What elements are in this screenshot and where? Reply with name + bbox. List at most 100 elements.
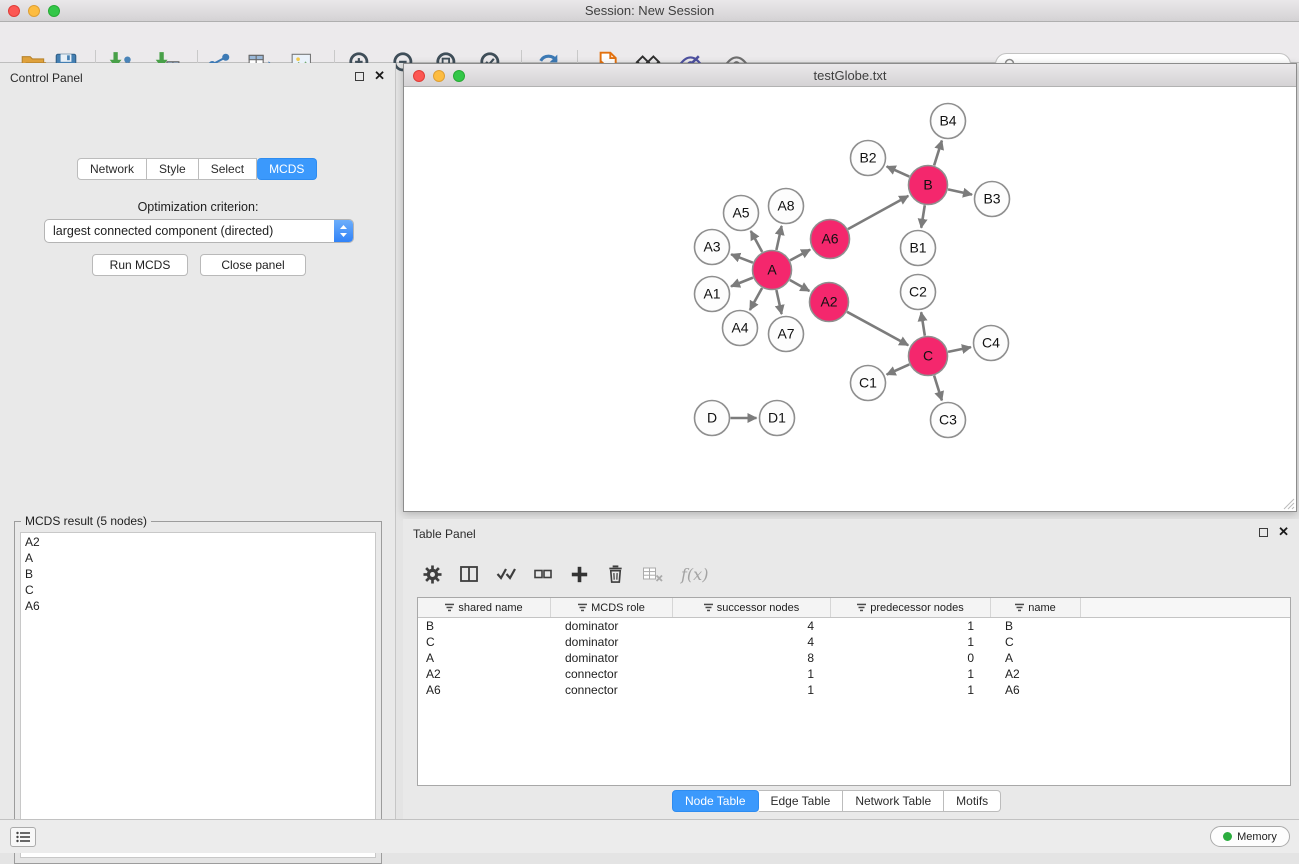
edge-A-A5[interactable] xyxy=(751,231,762,252)
column-header-name[interactable]: name xyxy=(991,598,1081,617)
table-tab-node-table[interactable]: Node Table xyxy=(672,790,759,812)
column-header-predecessor-nodes[interactable]: predecessor nodes xyxy=(831,598,991,617)
run-mcds-button[interactable]: Run MCDS xyxy=(92,254,188,276)
node-C[interactable]: C xyxy=(909,337,948,376)
tab-network[interactable]: Network xyxy=(77,158,147,180)
table-cell[interactable]: 1 xyxy=(831,683,991,697)
edge-C-C3[interactable] xyxy=(934,376,942,401)
table-cell[interactable]: A xyxy=(991,651,1081,665)
table-tab-edge-table[interactable]: Edge Table xyxy=(759,790,844,812)
node-C4[interactable]: C4 xyxy=(974,326,1009,361)
edge-A-A4[interactable] xyxy=(750,288,762,310)
function-builder-button[interactable]: f(x) xyxy=(681,565,708,584)
task-history-button[interactable] xyxy=(10,827,36,847)
mcds-result-item[interactable]: C xyxy=(21,582,375,598)
node-D[interactable]: D xyxy=(695,401,730,436)
edge-A6-B[interactable] xyxy=(848,196,908,229)
node-C3[interactable]: C3 xyxy=(931,403,966,438)
table-row[interactable]: Cdominator41C xyxy=(418,634,1290,650)
table-cell[interactable]: A2 xyxy=(991,667,1081,681)
node-B1[interactable]: B1 xyxy=(901,231,936,266)
table-cell[interactable]: B xyxy=(418,619,551,633)
network-window-titlebar[interactable]: testGlobe.txt xyxy=(404,64,1296,87)
mcds-result-item[interactable]: A2 xyxy=(21,534,375,550)
network-canvas[interactable]: AA1A2A3A4A5A6A7A8BB1B2B3B4CC1C2C3C4DD1 xyxy=(404,88,1296,511)
edge-B-B4[interactable] xyxy=(934,141,942,166)
table-row[interactable]: Adominator80A xyxy=(418,650,1290,666)
table-cell[interactable]: 4 xyxy=(673,635,831,649)
node-A3[interactable]: A3 xyxy=(695,230,730,265)
node-C2[interactable]: C2 xyxy=(901,275,936,310)
unselect-all-button[interactable] xyxy=(533,566,553,582)
float-panel-icon[interactable] xyxy=(355,72,364,81)
mcds-result-item[interactable]: A xyxy=(21,550,375,566)
table-cell[interactable]: 1 xyxy=(673,667,831,681)
table-cell[interactable]: A6 xyxy=(418,683,551,697)
table-row[interactable]: A6connector11A6 xyxy=(418,682,1290,698)
mcds-result-item[interactable]: B xyxy=(21,566,375,582)
column-header-mcds-role[interactable]: MCDS role xyxy=(551,598,673,617)
edge-A-A3[interactable] xyxy=(731,254,753,262)
table-row[interactable]: Bdominator41B xyxy=(418,618,1290,634)
edge-C-C1[interactable] xyxy=(887,364,910,374)
table-cell[interactable]: 1 xyxy=(831,619,991,633)
table-cell[interactable]: 0 xyxy=(831,651,991,665)
table-cell[interactable]: C xyxy=(991,635,1081,649)
node-A8[interactable]: A8 xyxy=(769,189,804,224)
network-graph[interactable]: AA1A2A3A4A5A6A7A8BB1B2B3B4CC1C2C3C4DD1 xyxy=(404,88,1296,512)
table-cell[interactable]: connector xyxy=(551,667,673,681)
show-columns-button[interactable] xyxy=(459,564,479,584)
column-header-shared-name[interactable]: shared name xyxy=(418,598,551,617)
tab-style[interactable]: Style xyxy=(147,158,199,180)
table-cell[interactable]: B xyxy=(991,619,1081,633)
memory-button[interactable]: Memory xyxy=(1210,826,1290,847)
table-cell[interactable]: 1 xyxy=(831,667,991,681)
node-A6[interactable]: A6 xyxy=(811,220,850,259)
edge-A-A7[interactable] xyxy=(776,290,781,314)
edge-C-C4[interactable] xyxy=(948,347,971,352)
node-A[interactable]: A xyxy=(753,251,792,290)
node-C1[interactable]: C1 xyxy=(851,366,886,401)
mcds-result-list[interactable]: A2ABCA6 xyxy=(20,532,376,858)
close-panel-button[interactable]: Close panel xyxy=(200,254,306,276)
table-cell[interactable]: connector xyxy=(551,683,673,697)
table-cell[interactable]: 8 xyxy=(673,651,831,665)
delete-table-button[interactable] xyxy=(642,564,664,584)
table-tab-motifs[interactable]: Motifs xyxy=(944,790,1001,812)
table-cell[interactable]: dominator xyxy=(551,619,673,633)
node-B2[interactable]: B2 xyxy=(851,141,886,176)
edge-B-B3[interactable] xyxy=(948,189,972,194)
node-A2[interactable]: A2 xyxy=(810,283,849,322)
mcds-result-item[interactable]: A6 xyxy=(21,598,375,614)
node-B3[interactable]: B3 xyxy=(975,182,1010,217)
table-cell[interactable]: 1 xyxy=(673,683,831,697)
float-table-panel-icon[interactable] xyxy=(1259,528,1268,537)
edge-A-A2[interactable] xyxy=(790,280,810,291)
table-cell[interactable]: dominator xyxy=(551,635,673,649)
delete-column-button[interactable] xyxy=(606,564,625,584)
table-cell[interactable]: dominator xyxy=(551,651,673,665)
table-cell[interactable]: A xyxy=(418,651,551,665)
table-cell[interactable]: 4 xyxy=(673,619,831,633)
node-B4[interactable]: B4 xyxy=(931,104,966,139)
edge-A-A1[interactable] xyxy=(731,278,753,287)
edge-B-B1[interactable] xyxy=(921,205,925,228)
table-tab-network-table[interactable]: Network Table xyxy=(843,790,944,812)
tab-mcds[interactable]: MCDS xyxy=(257,158,317,180)
node-A1[interactable]: A1 xyxy=(695,277,730,312)
tab-select[interactable]: Select xyxy=(199,158,257,180)
table-settings-button[interactable] xyxy=(423,565,442,584)
node-A5[interactable]: A5 xyxy=(724,196,759,231)
node-B[interactable]: B xyxy=(909,166,948,205)
table-cell[interactable]: A2 xyxy=(418,667,551,681)
edge-C-C2[interactable] xyxy=(921,312,925,335)
optimization-dropdown[interactable]: largest connected component (directed) xyxy=(44,219,354,243)
resize-grip-icon[interactable] xyxy=(1283,498,1295,510)
table-cell[interactable]: A6 xyxy=(991,683,1081,697)
add-column-button[interactable] xyxy=(570,565,589,584)
column-header-successor-nodes[interactable]: successor nodes xyxy=(673,598,831,617)
close-table-panel-icon[interactable]: ✕ xyxy=(1278,527,1289,537)
edge-A-A8[interactable] xyxy=(776,226,781,250)
node-table[interactable]: shared nameMCDS rolesuccessor nodesprede… xyxy=(417,597,1291,786)
edge-B-B2[interactable] xyxy=(887,166,910,176)
